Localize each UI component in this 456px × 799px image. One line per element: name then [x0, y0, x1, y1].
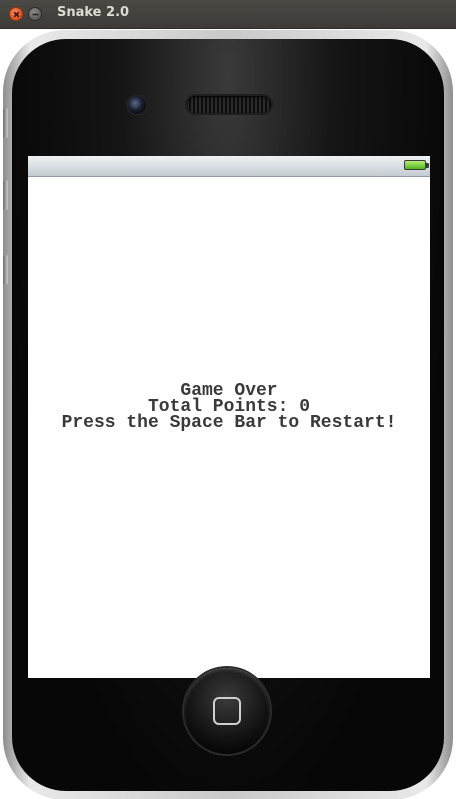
speaker-grille-icon	[187, 96, 271, 113]
minimize-button[interactable]	[28, 7, 42, 21]
close-icon	[13, 11, 20, 18]
status-bar	[28, 156, 430, 177]
phone-screen[interactable]: Game Over Total Points: 0 Press the Spac…	[28, 156, 430, 678]
close-button[interactable]	[9, 7, 23, 21]
window-title: Snake 2.0	[57, 5, 130, 20]
camera-icon	[128, 96, 146, 114]
home-button-icon	[213, 697, 241, 725]
mute-switch	[3, 108, 8, 138]
minimize-icon	[32, 13, 39, 16]
battery-tip	[426, 163, 429, 168]
home-button[interactable]	[184, 668, 270, 754]
battery-full-icon	[404, 160, 426, 170]
volume-down-button	[3, 255, 8, 285]
volume-up-button	[3, 180, 8, 210]
restart-instruction-text: Press the Space Bar to Restart!	[61, 413, 397, 433]
game-canvas[interactable]: Game Over Total Points: 0 Press the Spac…	[28, 177, 430, 678]
app-window: Snake 2.0 Game Over Total Points: 0 Pres…	[0, 0, 456, 799]
title-bar: Snake 2.0	[0, 0, 456, 29]
